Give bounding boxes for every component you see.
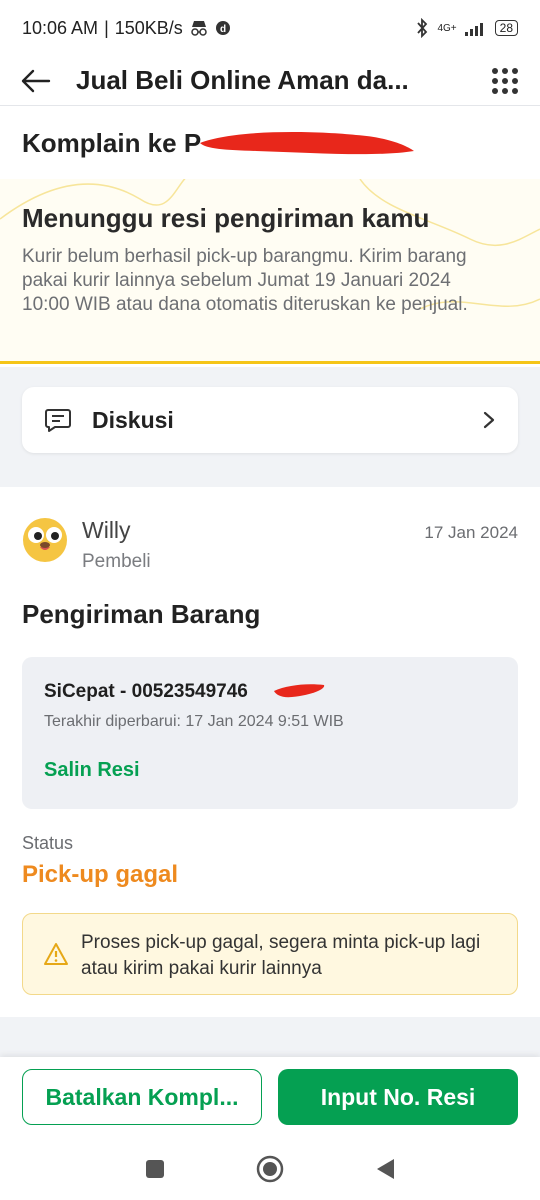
status-network-speed: 150KB/s	[114, 17, 183, 38]
recent-apps-icon[interactable]	[144, 1158, 166, 1180]
discussion-label: Diskusi	[92, 406, 174, 433]
copy-resi-button[interactable]: Salin Resi	[44, 759, 140, 782]
app-bar: Jual Beli Online Aman da...	[0, 56, 540, 106]
courier-resi-number: SiCepat - 00523549746	[44, 681, 248, 702]
section-divider	[0, 1017, 540, 1057]
grid-menu-icon[interactable]	[490, 66, 520, 96]
user-name: Willy	[82, 517, 131, 543]
banner-title: Menunggu resi pengiriman kamu	[22, 203, 430, 233]
back-arrow-icon[interactable]	[20, 65, 52, 97]
back-nav-icon[interactable]	[374, 1157, 396, 1181]
chat-bubble-icon	[45, 409, 71, 432]
input-resi-button[interactable]: Input No. Resi	[278, 1069, 518, 1125]
bottom-action-bar: Batalkan Kompl... Input No. Resi	[0, 1057, 540, 1137]
system-nav-bar	[0, 1137, 540, 1200]
status-separator: |	[104, 17, 109, 38]
complaint-header: Komplain ke P	[0, 107, 540, 179]
section-title: Pengiriman Barang	[22, 599, 261, 629]
banner-description: Kurir belum berhasil pick-up barangmu. K…	[22, 246, 468, 315]
status-value: Pick-up gagal	[22, 861, 179, 888]
last-updated: Terakhir diperbarui: 17 Jan 2024 9:51 WI…	[44, 713, 344, 730]
waiting-banner: Menunggu resi pengiriman kamu Kurir belu…	[0, 179, 540, 364]
discussion-section: Diskusi	[0, 367, 540, 487]
incognito-icon	[191, 21, 207, 36]
cancel-complaint-button[interactable]: Batalkan Kompl...	[22, 1069, 262, 1125]
warning-box: Proses pick-up gagal, segera minta pick-…	[22, 913, 518, 995]
user-role: Pembeli	[82, 551, 151, 572]
battery-indicator: 28	[494, 20, 518, 36]
warning-text: Proses pick-up gagal, segera minta pick-…	[81, 932, 481, 979]
warning-triangle-icon	[44, 943, 68, 965]
page-title: Jual Beli Online Aman da...	[76, 65, 409, 95]
status-label: Status	[22, 833, 74, 853]
discussion-card[interactable]: Diskusi	[22, 387, 518, 453]
status-time: 10:06 AM	[22, 17, 99, 38]
message-date: 17 Jan 2024	[424, 523, 518, 542]
chevron-right-icon	[483, 411, 495, 429]
signal-icon	[464, 23, 483, 36]
shipment-card: SiCepat - 00523549746 Terakhir diperbaru…	[22, 657, 518, 809]
redaction-mark	[200, 132, 414, 155]
home-icon[interactable]	[256, 1155, 284, 1183]
redaction-mark	[274, 684, 325, 698]
status-bar: 10:06 AM | 150KB/s d 4G+ 28	[0, 0, 540, 56]
bluetooth-icon	[417, 18, 428, 38]
app-notification-icon: d	[215, 21, 230, 35]
signal-type: 4G+	[437, 22, 457, 34]
message-card: Willy Pembeli 17 Jan 2024 Pengiriman Bar…	[0, 487, 540, 1017]
svg-text:d: d	[220, 24, 226, 35]
avatar	[23, 518, 67, 562]
complaint-title: Komplain ke P	[22, 127, 202, 158]
